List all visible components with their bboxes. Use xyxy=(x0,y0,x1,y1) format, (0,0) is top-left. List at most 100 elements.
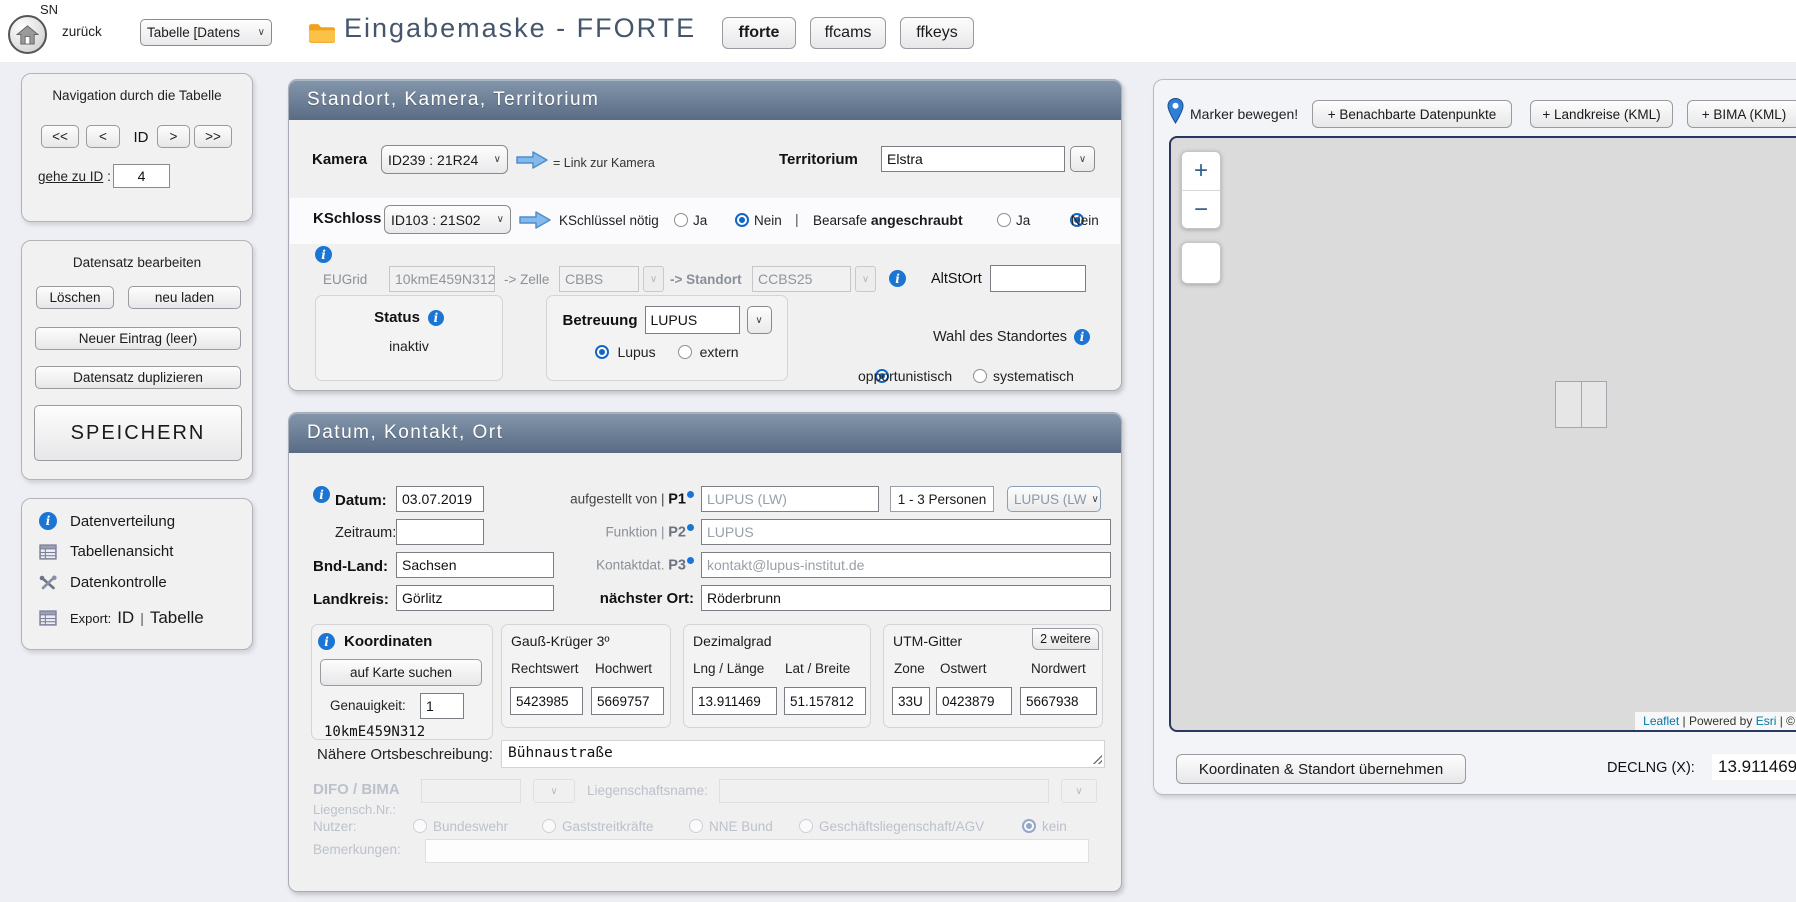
bima-kml-button[interactable]: + BIMA (KML) xyxy=(1687,100,1796,128)
apply-coordinates-button[interactable]: Koordinaten & Standort übernehmen xyxy=(1176,754,1466,784)
datum-section: Datum, Kontakt, Ort i Datum: aufgestellt… xyxy=(288,412,1122,892)
table-select[interactable]: Tabelle [Datens ∨ xyxy=(140,19,272,46)
map-search-button[interactable]: auf Karte suchen xyxy=(320,659,482,686)
table-select-value: Tabelle [Datens xyxy=(147,25,240,40)
gk-hochwert-input[interactable] xyxy=(591,687,664,715)
link-export: Export: ID | Tabelle xyxy=(39,608,204,628)
kschloss-link-arrow-icon[interactable] xyxy=(518,210,552,230)
utm-nordwert-input[interactable] xyxy=(1020,687,1097,715)
record-edit-title: Datensatz bearbeiten xyxy=(22,255,252,270)
betreuung-extern-radio[interactable] xyxy=(678,345,692,359)
info-icon[interactable]: i xyxy=(889,270,906,287)
leaflet-link[interactable]: Leaflet xyxy=(1643,714,1679,728)
betreuung-input[interactable] xyxy=(645,306,740,334)
export-id-link[interactable]: ID xyxy=(117,608,134,628)
nav-next-button[interactable]: > xyxy=(157,125,190,148)
tab-fforte[interactable]: fforte xyxy=(722,17,796,49)
link-table-view[interactable]: Tabellenansicht xyxy=(39,543,173,560)
p1-input[interactable] xyxy=(701,486,879,512)
bearsafe-ja-radio[interactable] xyxy=(997,213,1011,227)
new-entry-button[interactable]: Neuer Eintrag (leer) xyxy=(35,327,241,350)
chevron-down-icon: ∨ xyxy=(650,274,657,285)
goto-id-input[interactable] xyxy=(113,164,170,188)
info-icon[interactable]: i xyxy=(1074,329,1090,345)
map-attribution: Leaflet | Powered by Esri | © C xyxy=(1635,712,1796,730)
genauigkeit-input[interactable] xyxy=(420,693,464,719)
map-layers-button[interactable] xyxy=(1181,242,1221,284)
territorium-input[interactable] xyxy=(881,146,1065,172)
landkreis-input[interactable] xyxy=(396,585,554,611)
wahl-systematisch-radio[interactable] xyxy=(973,369,987,383)
utm-zone-input[interactable] xyxy=(892,687,930,715)
ortsbeschreibung-textarea[interactable]: Bühnaustraße xyxy=(502,741,1104,767)
home-icon xyxy=(16,24,39,45)
chevron-down-icon: ∨ xyxy=(1079,154,1086,165)
link-data-distribution[interactable]: i Datenverteilung xyxy=(39,512,175,530)
kschluessel-ja-radio[interactable] xyxy=(674,213,688,227)
zoom-out-button[interactable]: − xyxy=(1182,191,1220,229)
save-button[interactable]: SPEICHERN xyxy=(34,405,242,461)
nav-last-button[interactable]: >> xyxy=(194,125,232,148)
nutzer-kein-label: kein xyxy=(1042,819,1067,834)
neighbor-points-button[interactable]: + Benachbarte Datenpunkte xyxy=(1312,100,1512,128)
delete-button[interactable]: Löschen xyxy=(36,286,114,309)
territorium-dropdown-button[interactable]: ∨ xyxy=(1070,146,1095,172)
mini-info-icon xyxy=(687,557,694,564)
gk-col-hochwert: Hochwert xyxy=(595,661,652,676)
dezimalgrad-box: Dezimalgrad Lng / Länge Lat / Breite xyxy=(683,624,871,728)
more-coords-button[interactable]: 2 weitere xyxy=(1032,628,1099,650)
export-table-link[interactable]: Tabelle xyxy=(150,608,204,628)
dez-col-lng: Lng / Länge xyxy=(693,661,764,676)
map-panel: Marker bewegen! + Benachbarte Datenpunkt… xyxy=(1153,79,1796,795)
territorium-label: Territorium xyxy=(779,151,858,168)
reload-button[interactable]: neu laden xyxy=(128,286,241,309)
export-label: Export: xyxy=(70,611,111,626)
nav-first-button[interactable]: << xyxy=(41,125,79,148)
eugrid-value: 10kmE459N312 xyxy=(395,271,495,287)
kschluessel-nein-radio[interactable] xyxy=(735,213,749,227)
altstort-input[interactable] xyxy=(990,265,1086,292)
personen-box[interactable]: 1 - 3 Personen xyxy=(890,486,994,512)
betreuung-box: Betreuung ∨ Lupus extern xyxy=(546,295,788,381)
tab-ffcams[interactable]: ffcams xyxy=(810,17,886,49)
zoom-in-button[interactable]: + xyxy=(1182,152,1220,191)
info-icon[interactable]: i xyxy=(428,310,444,326)
kontaktdat-label-text: Kontaktdat. xyxy=(596,558,664,573)
p1-select[interactable]: LUPUS (LW ∨ xyxy=(1007,486,1101,512)
bnd-land-input[interactable] xyxy=(396,552,554,578)
goto-id-link[interactable]: gehe zu ID xyxy=(38,169,103,184)
standort-section-header: Standort, Kamera, Territorium xyxy=(289,80,1121,120)
map-area[interactable]: + − Leaflet | Powered by Esri | © C xyxy=(1169,136,1796,732)
liegenschaftsname-dropdown-disabled: ∨ xyxy=(1061,779,1097,803)
info-icon[interactable]: i xyxy=(318,633,335,650)
utm-ostwert-input[interactable] xyxy=(936,687,1012,715)
dez-lng-input[interactable] xyxy=(692,687,777,715)
datum-input[interactable] xyxy=(396,486,484,512)
wahl-label: Wahl des Standortes xyxy=(933,329,1067,345)
gk-rechtswert-input[interactable] xyxy=(510,687,583,715)
p3-input[interactable] xyxy=(701,552,1111,578)
chevron-down-icon: ∨ xyxy=(494,154,501,165)
betreuung-label: Betreuung xyxy=(563,312,638,329)
camera-link-arrow-icon[interactable] xyxy=(515,150,549,170)
info-icon[interactable]: i xyxy=(313,486,330,503)
kamera-select[interactable]: ID239 : 21R24 ∨ xyxy=(381,145,508,174)
goto-id-colon: : xyxy=(107,169,111,184)
betreuung-dropdown-button[interactable]: ∨ xyxy=(747,306,772,334)
home-button[interactable] xyxy=(8,15,47,54)
tab-ffkeys[interactable]: ffkeys xyxy=(900,17,974,49)
esri-link[interactable]: Esri xyxy=(1756,714,1777,728)
p2-input[interactable] xyxy=(701,519,1111,545)
landkreise-kml-button[interactable]: + Landkreise (KML) xyxy=(1530,100,1673,128)
betreuung-lupus-radio[interactable] xyxy=(595,345,609,359)
link-data-control[interactable]: Datenkontrolle xyxy=(39,574,167,591)
kschloss-select[interactable]: ID103 : 21S02 ∨ xyxy=(384,205,511,234)
zeitraum-input[interactable] xyxy=(396,519,484,545)
naechster-ort-input[interactable] xyxy=(701,585,1111,611)
info-icon[interactable]: i xyxy=(315,246,332,263)
nav-prev-button[interactable]: < xyxy=(86,125,120,148)
duplicate-button[interactable]: Datensatz duplizieren xyxy=(35,366,241,389)
funktion-label: Funktion | P2 xyxy=(544,524,694,541)
dez-lat-input[interactable] xyxy=(784,687,866,715)
back-link[interactable]: zurück xyxy=(62,24,102,39)
